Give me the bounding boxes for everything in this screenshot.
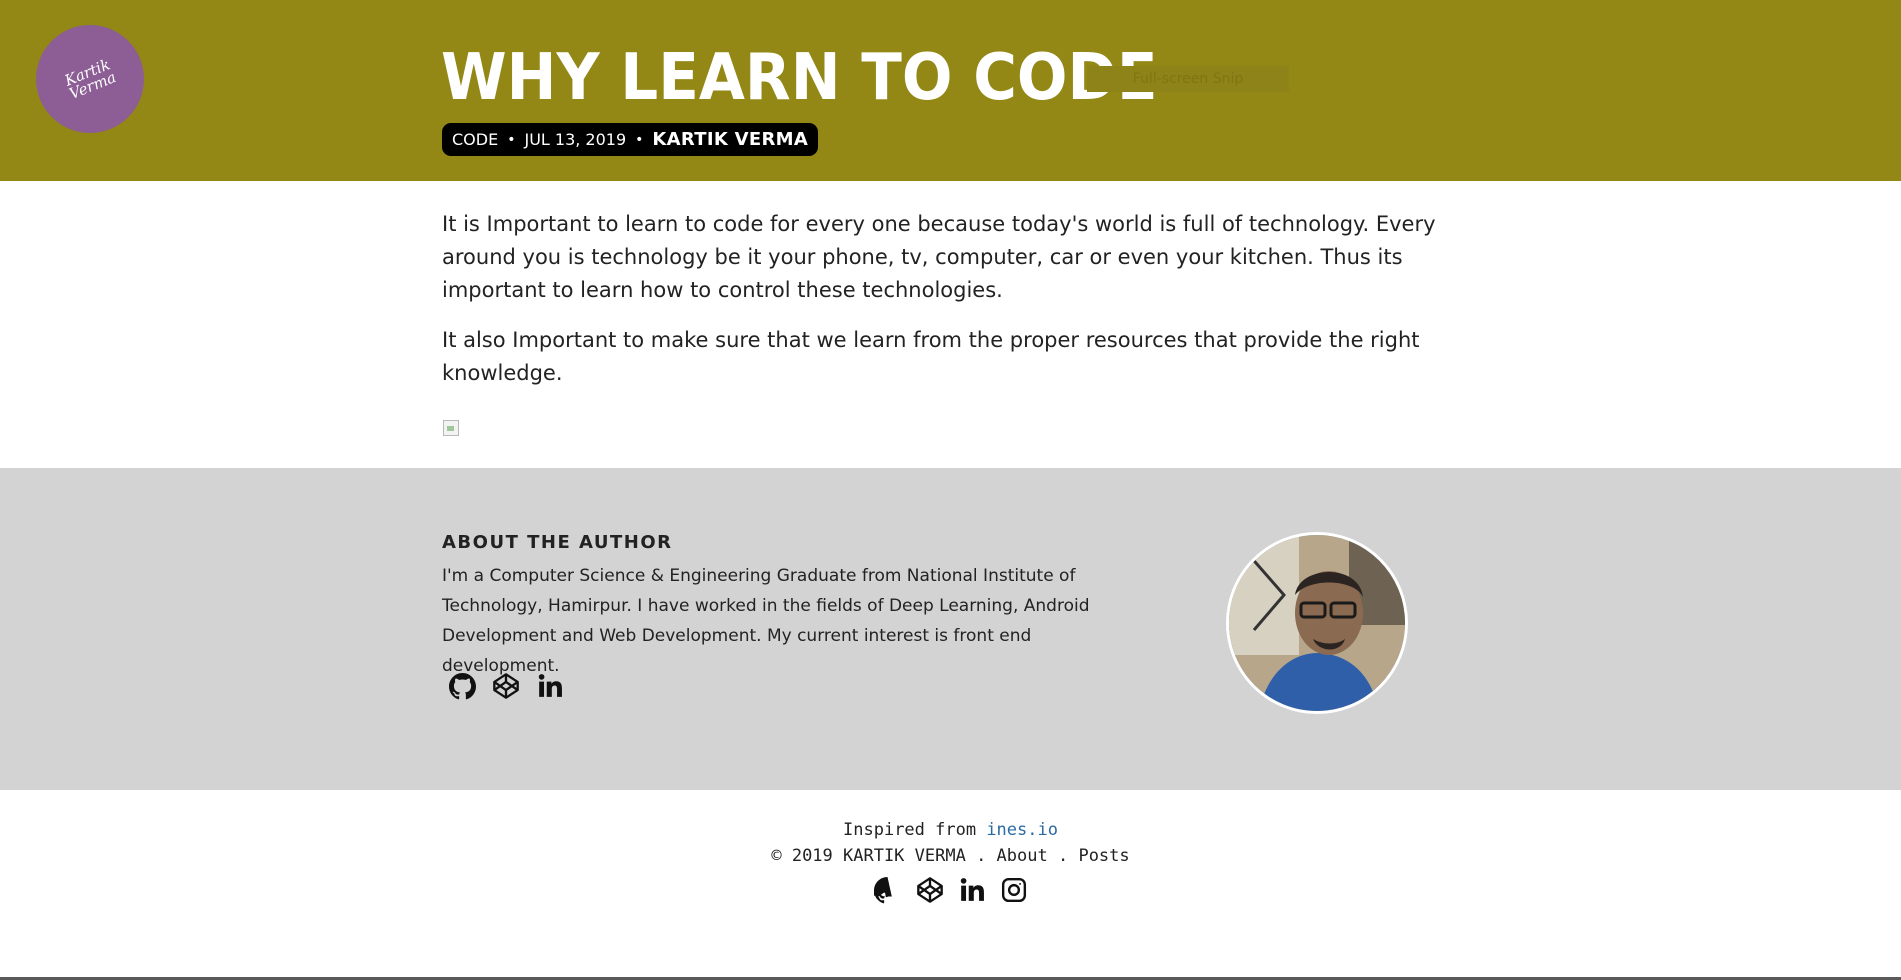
footer-posts-link[interactable]: Posts bbox=[1078, 846, 1129, 866]
about-author-section: ABOUT THE AUTHOR I'm a Computer Science … bbox=[0, 468, 1901, 790]
footer-copyright-line: © 2019 KARTIK VERMA . About . Posts bbox=[0, 846, 1901, 866]
post-paragraph: It also Important to make sure that we l… bbox=[442, 328, 1420, 385]
codepen-icon[interactable] bbox=[492, 672, 520, 700]
post-paragraph: It is Important to learn to code for eve… bbox=[442, 212, 1436, 302]
footer-about-link[interactable]: About bbox=[997, 846, 1048, 866]
footer-separator: . bbox=[1047, 846, 1079, 866]
footer-copyright: © 2019 KARTIK VERMA bbox=[771, 846, 966, 866]
post-title: WHY LEARN TO CODE bbox=[441, 41, 1158, 115]
post-body: It is Important to learn to code for eve… bbox=[442, 208, 1492, 407]
author-photo bbox=[1226, 532, 1408, 714]
post-header: Kartik Verma WHY LEARN TO CODE Full-scre… bbox=[0, 0, 1901, 181]
inspired-link[interactable]: ines.io bbox=[986, 820, 1058, 840]
post-author: KARTIK VERMA bbox=[652, 129, 809, 150]
footer-inspired-line: Inspired from ines.io bbox=[0, 820, 1901, 840]
about-author-heading: ABOUT THE AUTHOR bbox=[442, 532, 673, 553]
post-tag[interactable]: CODE bbox=[452, 130, 498, 149]
instagram-icon[interactable] bbox=[1000, 876, 1028, 904]
github-icon[interactable] bbox=[448, 672, 476, 700]
github-icon[interactable] bbox=[874, 876, 902, 904]
site-footer: Inspired from ines.io © 2019 KARTIK VERM… bbox=[0, 790, 1901, 978]
meta-separator: • bbox=[507, 131, 516, 148]
post-meta-bar: CODE • JUL 13, 2019 • KARTIK VERMA bbox=[442, 123, 819, 156]
linkedin-icon[interactable] bbox=[958, 876, 986, 904]
post-date: JUL 13, 2019 bbox=[524, 130, 627, 149]
logo-text: Kartik Verma bbox=[57, 55, 123, 103]
footer-separator: . bbox=[965, 846, 997, 866]
footer-social-links bbox=[0, 876, 1901, 904]
site-logo[interactable]: Kartik Verma bbox=[36, 25, 144, 133]
codepen-icon[interactable] bbox=[916, 876, 944, 904]
footer-inspired-text: Inspired from bbox=[843, 820, 987, 840]
meta-separator: • bbox=[635, 131, 644, 148]
about-author-text: I'm a Computer Science & Engineering Gra… bbox=[442, 566, 1090, 676]
fullscreen-snip-overlay[interactable]: Full-screen Snip bbox=[1087, 66, 1289, 92]
author-social-links bbox=[448, 672, 564, 700]
broken-image-icon bbox=[443, 420, 459, 436]
linkedin-icon[interactable] bbox=[536, 672, 564, 700]
